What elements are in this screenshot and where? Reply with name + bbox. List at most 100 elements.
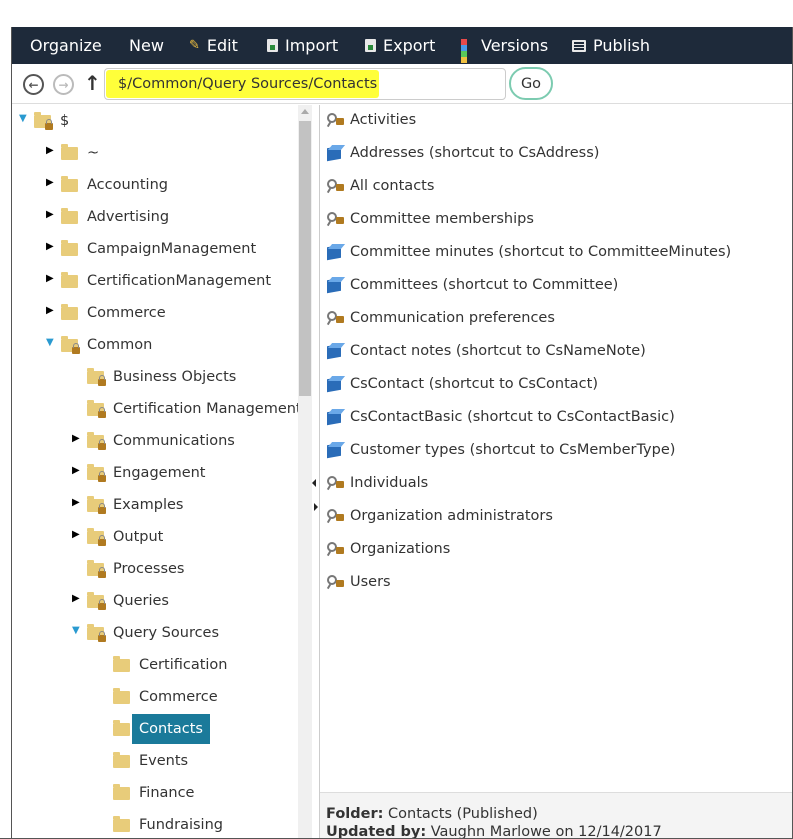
tree-item-label: Events: [139, 753, 189, 769]
toolbar: Organize New ✎ Edit Import Export Version…: [12, 27, 792, 64]
tree-item-selected[interactable]: Contacts: [113, 714, 210, 744]
collapse-caret-icon[interactable]: ▶: [46, 209, 54, 220]
tree-item-label: Output: [113, 529, 164, 545]
tree-item-label: Engagement: [113, 465, 206, 481]
import-button[interactable]: Import: [267, 27, 338, 64]
list-item[interactable]: CsContactBasic (shortcut to CsContactBas…: [326, 404, 675, 430]
tree-item[interactable]: Output: [87, 523, 170, 551]
up-arrow-icon[interactable]: ↑: [84, 71, 101, 95]
tree-item[interactable]: Accounting: [61, 171, 175, 199]
lock-icon: [98, 534, 106, 546]
tree-item[interactable]: Processes: [87, 555, 191, 583]
scroll-up-icon[interactable]: [301, 109, 309, 114]
folder-icon: [113, 655, 130, 672]
edit-button[interactable]: ✎ Edit: [189, 27, 238, 64]
list-item[interactable]: Users: [326, 569, 391, 595]
tree-item[interactable]: Queries: [87, 587, 176, 615]
organize-label: Organize: [30, 36, 102, 55]
folder-info-label: Folder:: [326, 806, 384, 822]
collapse-left-icon[interactable]: [312, 479, 316, 487]
scroll-thumb[interactable]: [299, 121, 311, 396]
back-icon[interactable]: ←: [23, 74, 44, 95]
collapse-caret-icon[interactable]: ▶: [72, 529, 80, 540]
list-item[interactable]: All contacts: [326, 173, 434, 199]
folder-icon: [61, 271, 78, 288]
pencil-icon: ✎: [189, 38, 200, 53]
expand-caret-icon[interactable]: ▼: [46, 337, 54, 348]
tree-item[interactable]: CampaignManagement: [61, 235, 263, 263]
versions-icon: [461, 39, 474, 63]
list-item[interactable]: Individuals: [326, 470, 428, 496]
tree-item-root[interactable]: $: [34, 107, 76, 135]
list-item-label: Users: [350, 574, 391, 590]
tree-item[interactable]: Advertising: [61, 203, 176, 231]
collapse-caret-icon[interactable]: ▶: [46, 177, 54, 188]
folder-icon: [61, 239, 78, 256]
tree-item[interactable]: ~: [61, 139, 106, 167]
tree-item[interactable]: Finance: [113, 779, 201, 807]
query-icon: [326, 574, 344, 590]
list-item-label: Organization administrators: [350, 508, 553, 524]
tree-item[interactable]: Engagement: [87, 459, 213, 487]
path-input[interactable]: [104, 68, 506, 100]
collapse-caret-icon[interactable]: ▶: [72, 433, 80, 444]
list-item[interactable]: Addresses (shortcut to CsAddress): [326, 140, 599, 166]
pane-splitter[interactable]: [312, 105, 319, 839]
tree-item[interactable]: CertificationManagement: [61, 267, 278, 295]
collapse-caret-icon[interactable]: ▶: [72, 465, 80, 476]
organize-button[interactable]: Organize: [30, 27, 102, 64]
tree-item-label: $: [60, 113, 70, 129]
expand-caret-icon[interactable]: ▼: [19, 113, 27, 124]
content-list: Activities Addresses (shortcut to CsAddr…: [326, 107, 792, 717]
export-button[interactable]: Export: [365, 27, 435, 64]
locked-folder-icon: [87, 527, 106, 546]
forward-icon[interactable]: →: [53, 74, 74, 95]
publish-button[interactable]: Publish: [572, 27, 650, 64]
list-item[interactable]: CsContact (shortcut to CsContact): [326, 371, 598, 397]
versions-button[interactable]: Versions: [461, 27, 548, 64]
list-item[interactable]: Communication preferences: [326, 305, 555, 331]
collapse-caret-icon[interactable]: ▶: [72, 497, 80, 508]
tree-scrollbar[interactable]: [298, 105, 312, 839]
collapse-caret-icon[interactable]: ▶: [46, 305, 54, 316]
tree-item[interactable]: Events: [113, 747, 195, 775]
query-icon: [326, 475, 344, 491]
new-button[interactable]: New: [129, 27, 164, 64]
list-item[interactable]: Committee memberships: [326, 206, 534, 232]
shortcut-icon: [326, 145, 346, 162]
tree-item[interactable]: Communications: [87, 427, 242, 455]
tree-item[interactable]: Query Sources: [87, 619, 226, 647]
tree-item[interactable]: Fundraising: [113, 811, 230, 839]
collapse-caret-icon[interactable]: ▶: [72, 593, 80, 604]
tree-item[interactable]: Examples: [87, 491, 190, 519]
list-item-label: Individuals: [350, 475, 429, 491]
list-item[interactable]: Activities: [326, 107, 416, 133]
list-item[interactable]: Contact notes (shortcut to CsNameNote): [326, 338, 646, 364]
folder-icon: [61, 175, 78, 192]
list-item[interactable]: Organizations: [326, 536, 450, 562]
expand-right-icon[interactable]: [314, 503, 318, 511]
tree-item[interactable]: Commerce: [113, 683, 225, 711]
collapse-caret-icon[interactable]: ▶: [46, 241, 54, 252]
go-button[interactable]: Go: [509, 67, 553, 100]
tree-item-label: Communications: [113, 433, 235, 449]
tree-item-label: Common: [87, 337, 153, 353]
tree-item-label: Contacts: [132, 714, 210, 744]
collapse-caret-icon[interactable]: ▶: [46, 273, 54, 284]
tree-item[interactable]: Certification: [113, 651, 235, 679]
shortcut-icon: [326, 409, 346, 426]
tree-item[interactable]: Common: [61, 331, 159, 359]
list-item-label: Communication preferences: [350, 310, 555, 326]
tree-item[interactable]: Commerce: [61, 299, 173, 327]
folder-tree: ▼ $ ▶ ~ ▶ Accounting ▶ Advertising ▶ Cam…: [12, 105, 298, 839]
list-item-label: Committee memberships: [350, 211, 534, 227]
tree-item[interactable]: Business Objects: [87, 363, 243, 391]
list-item[interactable]: Organization administrators: [326, 503, 553, 529]
list-item[interactable]: Committees (shortcut to Committee): [326, 272, 618, 298]
list-item[interactable]: Customer types (shortcut to CsMemberType…: [326, 437, 675, 463]
list-item[interactable]: Committee minutes (shortcut to Committee…: [326, 239, 731, 265]
expand-caret-icon[interactable]: ▼: [72, 625, 80, 636]
collapse-caret-icon[interactable]: ▶: [46, 145, 54, 156]
app-window: Organize New ✎ Edit Import Export Version…: [11, 27, 793, 839]
tree-item[interactable]: Certification Management: [87, 395, 298, 423]
